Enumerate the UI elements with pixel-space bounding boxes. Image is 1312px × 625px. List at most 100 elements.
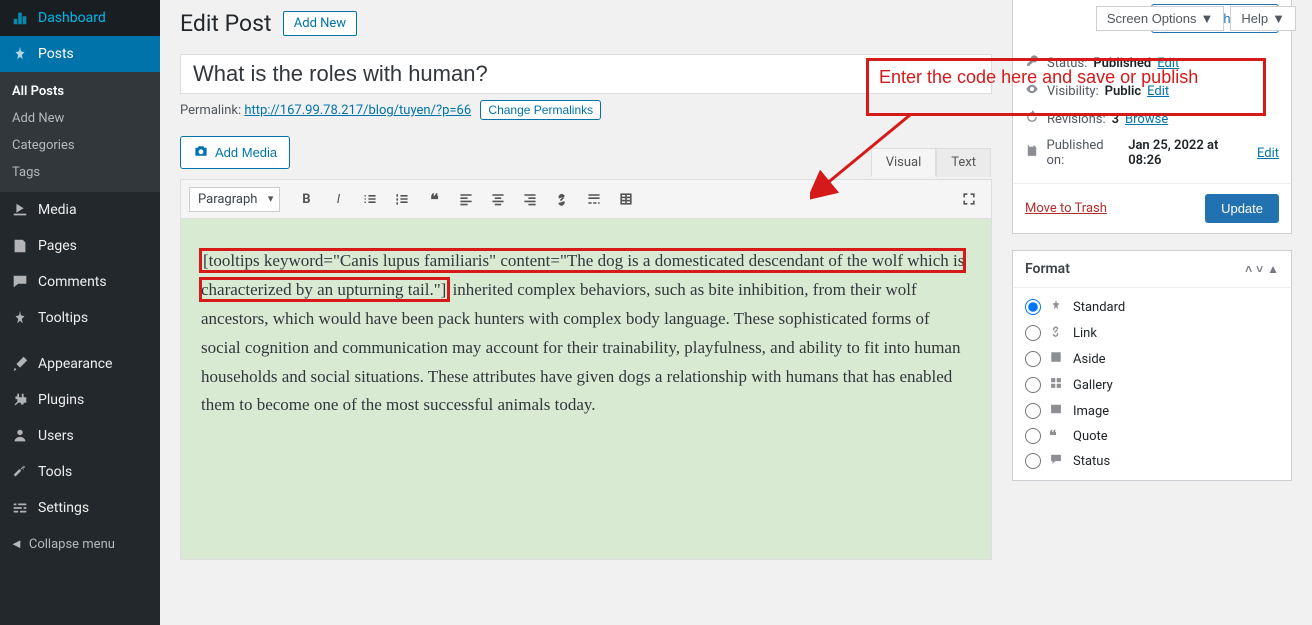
paragraph-select[interactable]: Paragraph [189,187,280,212]
sidebar-item-label: Dashboard [38,10,106,26]
format-item-status[interactable]: Status [1025,452,1279,470]
published-value: Jan 25, 2022 at 08:26 [1128,138,1251,168]
sidebar-sub-categories[interactable]: Categories [0,132,160,159]
sidebar-item-label: Pages [38,238,77,254]
format-item-standard[interactable]: Standard [1025,298,1279,316]
change-permalinks-button[interactable]: Change Permalinks [480,100,601,120]
sidebar-item-posts[interactable]: Posts [0,36,160,72]
format-label: Link [1073,326,1097,341]
add-new-button[interactable]: Add New [283,11,357,36]
screen-options-label: Screen Options [1107,11,1197,26]
sidebar-item-plugins[interactable]: Plugins [0,382,160,418]
sidebar-sub-addnew[interactable]: Add New [0,105,160,132]
annotation-arrow [810,110,930,200]
pin-icon [1049,298,1065,316]
format-radio[interactable] [1025,351,1041,367]
published-label: Published on: [1047,138,1123,168]
sidebar-item-comments[interactable]: Comments [0,264,160,300]
align-right-button[interactable] [516,185,544,213]
media-icon [10,200,30,220]
comment-icon [10,272,30,292]
add-media-button[interactable]: Add Media [180,136,290,169]
image-icon [1049,402,1065,420]
dashboard-icon [10,8,30,28]
update-button[interactable]: Update [1205,194,1279,223]
sidebar-submenu-posts: All Posts Add New Categories Tags [0,72,160,192]
format-radio[interactable] [1025,403,1041,419]
align-center-button[interactable] [484,185,512,213]
sidebar-item-label: Plugins [38,392,84,408]
align-left-button[interactable] [452,185,480,213]
italic-button[interactable]: I [324,185,352,213]
move-up-icon[interactable]: ˄ [1245,262,1252,276]
collapse-menu[interactable]: ◄ Collapse menu [0,526,160,562]
page-title: Edit Post [180,10,272,37]
bullet-list-button[interactable] [356,185,384,213]
help-button[interactable]: Help ▼ [1230,6,1296,31]
format-label: Quote [1073,429,1108,444]
tab-text[interactable]: Text [936,148,991,177]
sidebar-item-label: Media [38,202,77,218]
format-item-link[interactable]: Link [1025,324,1279,342]
collapse-icon: ◄ [10,536,23,552]
sidebar-item-settings[interactable]: Settings [0,490,160,526]
sidebar-item-label: Tools [38,464,72,480]
screen-options-button[interactable]: Screen Options ▼ [1096,6,1224,31]
plug-icon [10,390,30,410]
format-item-image[interactable]: Image [1025,402,1279,420]
sidebar-item-label: Appearance [38,356,112,372]
published-edit[interactable]: Edit [1257,146,1279,161]
bold-button[interactable]: B [292,185,320,213]
editor: Visual Text Paragraph B I ❝ [180,179,992,560]
gallery-icon [1049,376,1065,394]
collapse-label: Collapse menu [29,537,115,552]
blockquote-button[interactable]: ❝ [420,185,448,213]
permalink-link[interactable]: http://167.99.78.217/blog/tuyen/?p=66 [244,103,471,118]
readmore-button[interactable] [580,185,608,213]
add-media-label: Add Media [215,145,277,160]
sidebar-item-tooltips[interactable]: Tooltips [0,300,160,336]
brush-icon [10,354,30,374]
pages-icon [10,236,30,256]
number-list-button[interactable] [388,185,416,213]
format-item-quote[interactable]: ❝ Quote [1025,428,1279,444]
sidebar-item-appearance[interactable]: Appearance [0,346,160,382]
format-label: Gallery [1073,378,1113,393]
sliders-icon [10,498,30,518]
format-radio[interactable] [1025,299,1041,315]
format-heading: Format [1025,261,1070,277]
wrench-icon [10,462,30,482]
sidebar-item-label: Posts [38,46,74,62]
sidebar-item-media[interactable]: Media [0,192,160,228]
link-button[interactable] [548,185,576,213]
fullscreen-button[interactable] [955,185,983,213]
format-radio[interactable] [1025,428,1041,444]
editor-content[interactable]: [tooltips keyword="Canis lupus familiari… [181,219,991,559]
sidebar-item-users[interactable]: Users [0,418,160,454]
sidebar-sub-tags[interactable]: Tags [0,159,160,186]
format-radio[interactable] [1025,453,1041,469]
format-item-gallery[interactable]: Gallery [1025,376,1279,394]
format-radio[interactable] [1025,377,1041,393]
toggle-icon[interactable]: ▲ [1267,262,1279,276]
move-down-icon[interactable]: ˅ [1256,262,1263,276]
sidebar-item-label: Users [38,428,74,444]
sidebar-item-tools[interactable]: Tools [0,454,160,490]
sidebar-item-dashboard[interactable]: Dashboard [0,0,160,36]
sidebar-item-label: Comments [38,274,107,290]
sidebar-sub-allposts[interactable]: All Posts [0,78,160,105]
move-to-trash[interactable]: Move to Trash [1025,201,1107,216]
format-metabox: Format ˄ ˅ ▲ Standard [1012,250,1292,481]
publish-metabox: Publish ˄ ˅ ▲ Preview Changes Stat [1012,0,1292,234]
format-label: Aside [1073,352,1106,367]
admin-sidebar: Dashboard Posts All Posts Add New Catego… [0,0,160,625]
sidebar-item-pages[interactable]: Pages [0,228,160,264]
help-label: Help [1241,11,1268,26]
quote-icon: ❝ [1049,428,1065,444]
format-item-aside[interactable]: Aside [1025,350,1279,368]
camera-icon [193,143,209,162]
format-radio[interactable] [1025,325,1041,341]
sidebar-item-label: Tooltips [38,310,88,326]
permalink-label: Permalink: [180,103,241,118]
toolbar-toggle-button[interactable] [612,185,640,213]
